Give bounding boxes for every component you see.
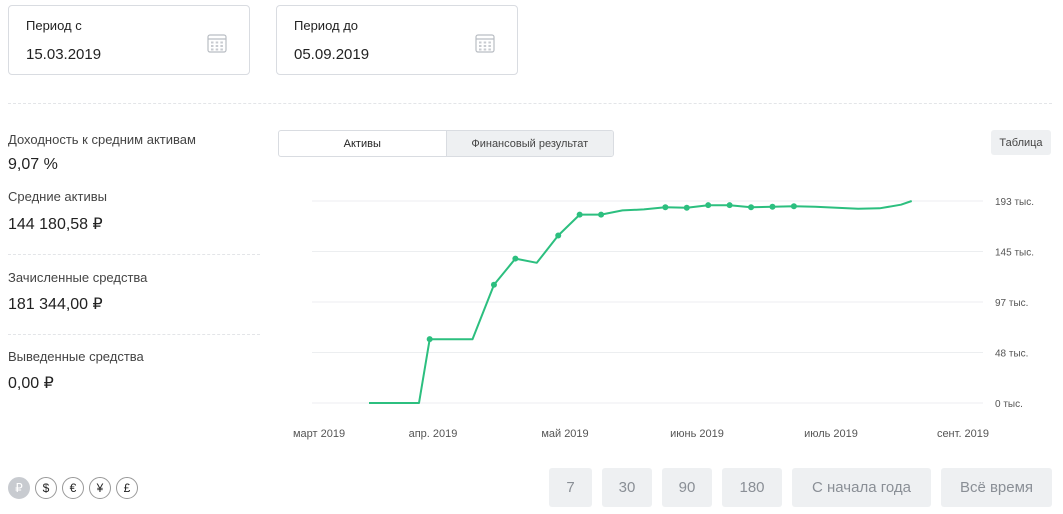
data-point: [790, 203, 797, 210]
data-point: [512, 255, 519, 262]
data-point: [555, 232, 562, 239]
range-7-button[interactable]: 7: [549, 468, 592, 507]
data-point: [662, 204, 669, 211]
currency-usd-button[interactable]: $: [35, 477, 57, 499]
x-tick-label: сент. 2019: [937, 428, 989, 440]
assets-chart: 193 тыс. 145 тыс. 97 тыс. 48 тыс. 0 тыс. март…: [293, 197, 1034, 440]
data-point: [705, 202, 712, 209]
range-all-button[interactable]: Всё время: [941, 468, 1052, 507]
x-tick-label: март 2019: [293, 428, 345, 440]
data-point: [769, 203, 776, 210]
range-30-button[interactable]: 30: [602, 468, 652, 507]
currency-cny-button[interactable]: ¥: [89, 477, 111, 499]
data-point: [748, 204, 755, 211]
x-tick-label: июнь 2019: [670, 428, 724, 440]
range-ytd-button[interactable]: С начала года: [792, 468, 931, 507]
y-tick-label: 97 тыс.: [995, 298, 1028, 309]
data-point: [726, 202, 733, 209]
y-tick-label: 48 тыс.: [995, 349, 1028, 360]
currency-eur-button[interactable]: €: [62, 477, 84, 499]
y-tick-label: 145 тыс.: [995, 248, 1034, 259]
currency-gbp-button[interactable]: £: [116, 477, 138, 499]
x-tick-label: июль 2019: [804, 428, 858, 440]
y-tick-label: 0 тыс.: [995, 399, 1023, 410]
data-point: [426, 336, 433, 343]
range-90-button[interactable]: 90: [662, 468, 712, 507]
data-point: [576, 211, 583, 218]
range-180-button[interactable]: 180: [722, 468, 782, 507]
data-point: [490, 281, 497, 288]
x-tick-label: апр. 2019: [409, 428, 458, 440]
currency-rub-button[interactable]: ₽: [8, 477, 30, 499]
data-point: [683, 204, 690, 211]
x-tick-label: май 2019: [541, 428, 588, 440]
y-tick-label: 193 тыс.: [995, 197, 1034, 208]
data-point: [598, 211, 605, 218]
